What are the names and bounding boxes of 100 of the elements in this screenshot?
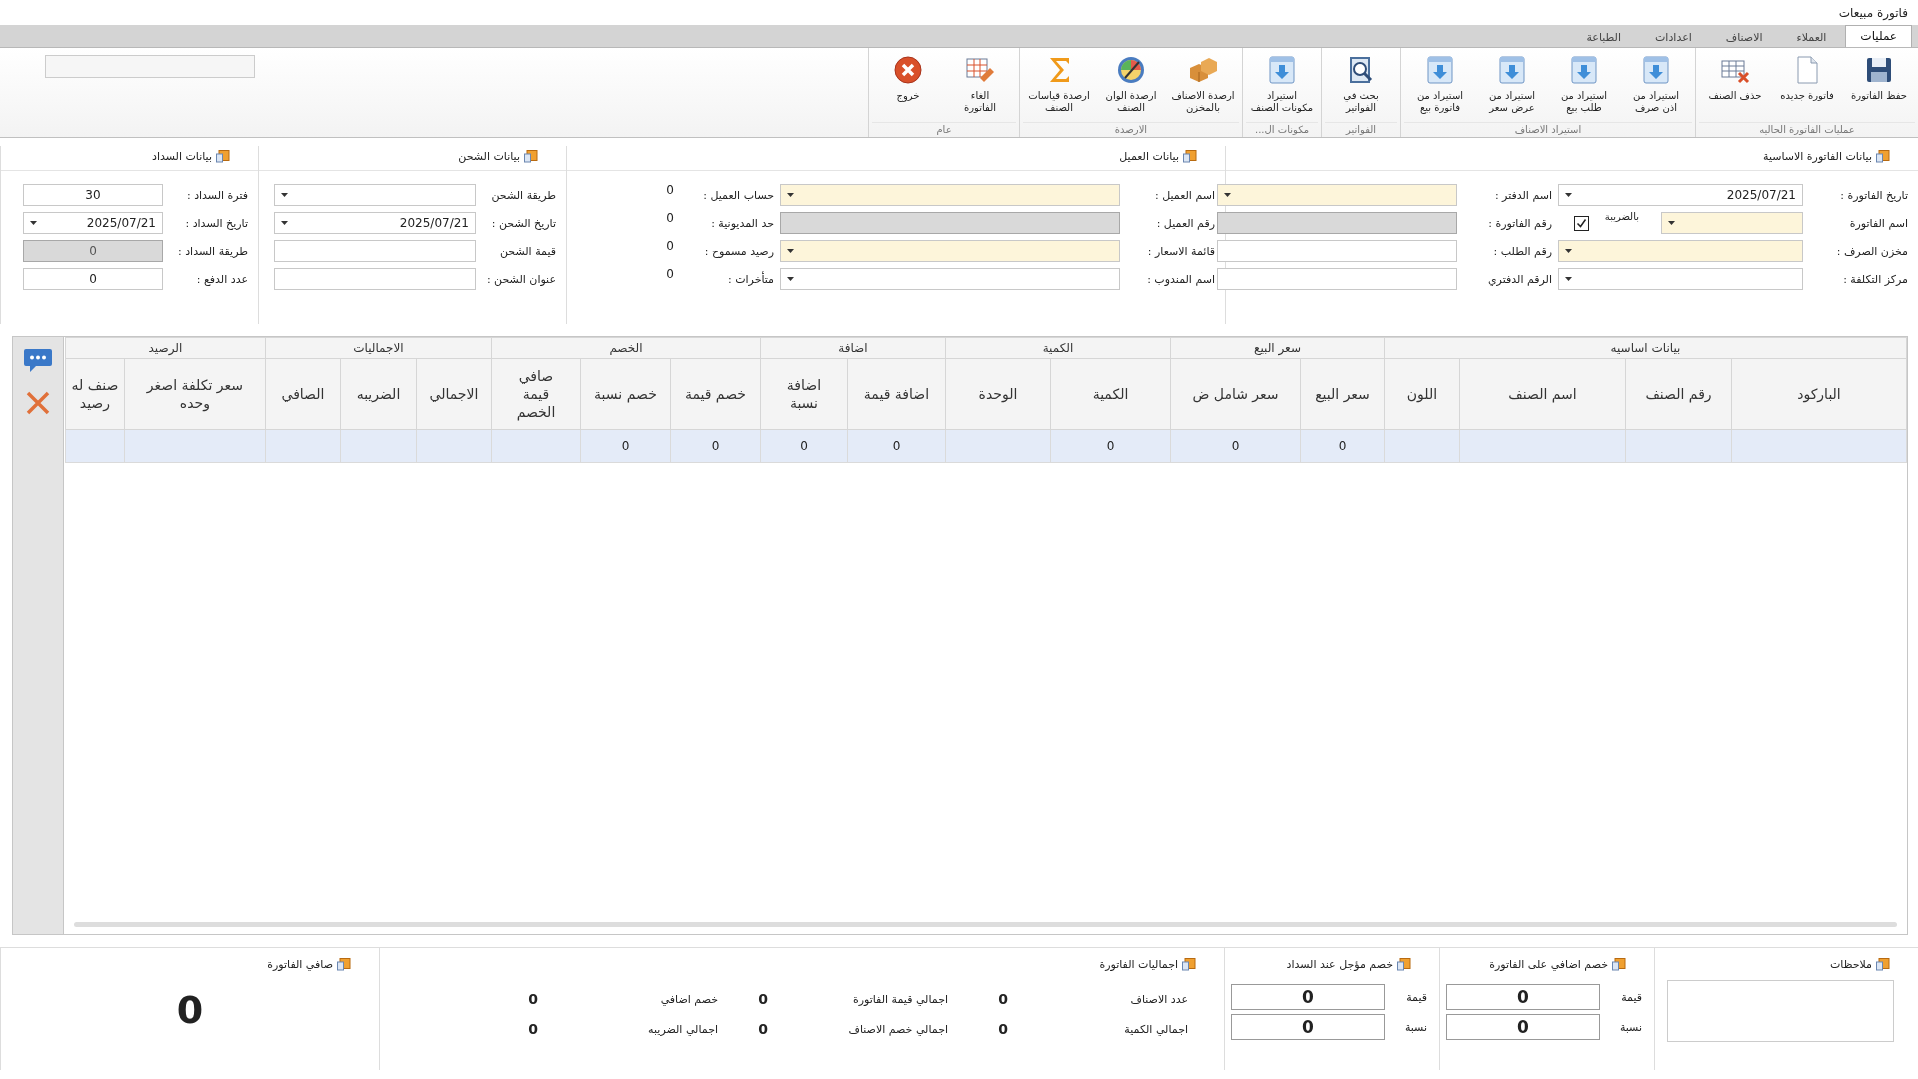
column-header[interactable]: الوحدة — [945, 358, 1051, 430]
column-header[interactable]: صنف له رصيد — [65, 358, 125, 430]
column-header[interactable]: الصافي — [265, 358, 341, 430]
ribbon-button[interactable]: استيراد مكونات الصنف — [1246, 50, 1318, 122]
group-label: عام — [872, 122, 1016, 137]
column-header[interactable]: اسم الصنف — [1459, 358, 1626, 430]
column-header[interactable]: خصم قيمة — [670, 358, 761, 430]
caret-icon — [1668, 221, 1675, 225]
column-header[interactable]: سعر شامل ض — [1170, 358, 1301, 430]
info-label: حساب العميل : — [702, 188, 775, 202]
input-field[interactable] — [1217, 240, 1457, 262]
chat-bubble-icon[interactable] — [23, 347, 53, 373]
ribbon-button[interactable]: خروج — [872, 50, 944, 122]
ribbon-button[interactable]: الغاء الفاتورة — [944, 50, 1016, 122]
input-field[interactable]: 30 — [23, 184, 163, 206]
group-label: عمليات الفاتورة الحاليه — [1699, 122, 1915, 137]
input-field[interactable]: 0 — [23, 268, 163, 290]
column-header[interactable]: الضريبه — [340, 358, 417, 430]
field-label: تاريخ الفاتورة : — [1839, 188, 1908, 202]
field-label: نسبة — [1403, 1020, 1427, 1034]
column-header[interactable]: الباركود — [1731, 358, 1907, 430]
ribbon-button[interactable]: حفظ الفاتورة — [1843, 50, 1915, 122]
section-icon — [524, 149, 538, 163]
ribbon-button[interactable]: استيراد من فاتورة بيع — [1404, 50, 1476, 122]
ribbon-tab[interactable]: اعدادات — [1640, 28, 1707, 47]
caret-icon — [787, 193, 794, 197]
dropdown-field[interactable]: 2025/07/21 — [274, 212, 476, 234]
table-cell: 0 — [1050, 429, 1171, 463]
ribbon-button[interactable]: استيراد من عرض سعر — [1476, 50, 1548, 122]
checkbox[interactable] — [1573, 215, 1589, 231]
ribbon-button[interactable]: بحث في الفواتير — [1325, 50, 1397, 122]
ribbon-button[interactable]: ارصدة قياسات الصنف — [1023, 50, 1095, 122]
horizontal-scrollbar[interactable] — [74, 922, 1897, 928]
column-header[interactable]: صافي قيمة الخصم — [491, 358, 581, 430]
column-header[interactable]: اضافة قيمة — [847, 358, 946, 430]
input-field[interactable]: 0 — [1446, 1014, 1600, 1040]
ribbon-button[interactable]: فاتورة جديده — [1771, 50, 1843, 122]
dropdown-field[interactable] — [274, 184, 476, 206]
input-field[interactable]: 0 — [1231, 984, 1385, 1010]
search-field[interactable] — [45, 55, 255, 78]
dropdown-field[interactable] — [780, 268, 1120, 290]
total-label: اجمالي خصم الاصناف — [847, 1022, 948, 1036]
close-icon[interactable] — [26, 391, 50, 415]
column-group-header: اضافة — [760, 337, 946, 359]
dropdown-field[interactable] — [1661, 212, 1803, 234]
table-cell: 0 — [670, 429, 761, 463]
field-label: عدد الدفع : — [195, 272, 248, 286]
column-group-header: الرصيد — [65, 337, 266, 359]
dropdown-field[interactable] — [780, 184, 1120, 206]
total-value: 0 — [998, 1021, 1008, 1037]
info-value: 0 — [666, 183, 674, 197]
section-title: بيانات السداد — [152, 149, 212, 163]
ribbon-button[interactable]: استيراد من اذن صرف — [1620, 50, 1692, 122]
input-field[interactable]: 0 — [1231, 1014, 1385, 1040]
column-header[interactable]: الاجمالي — [416, 358, 492, 430]
field-label: اسم الفاتورة — [1848, 216, 1908, 230]
notes-field[interactable] — [1667, 980, 1894, 1042]
section-title: خصم مؤجل عند السداد — [1286, 957, 1393, 971]
group-label: مكونات ال... — [1246, 122, 1318, 137]
ribbon-button[interactable]: استيراد من طلب بيع — [1548, 50, 1620, 122]
group-label: الفواتير — [1325, 122, 1397, 137]
section-title: بيانات العميل — [1119, 149, 1179, 163]
dropdown-field[interactable]: 2025/07/21 — [1558, 184, 1803, 206]
caret-icon — [1565, 277, 1572, 281]
dropdown-field[interactable]: 2025/07/21 — [23, 212, 163, 234]
caret-icon — [1565, 249, 1572, 253]
ribbon-tab[interactable]: الطباعة — [1571, 28, 1636, 47]
input-field[interactable] — [274, 240, 476, 262]
column-header[interactable]: رقم الصنف — [1625, 358, 1732, 430]
input-field[interactable]: 0 — [1446, 984, 1600, 1010]
ribbon-tab[interactable]: عمليات — [1845, 25, 1912, 47]
ribbon-tab[interactable]: العملاء — [1781, 28, 1842, 47]
section-icon — [1876, 957, 1890, 971]
ribbon-button[interactable]: ارصدة الوان الصنف — [1095, 50, 1167, 122]
dropdown-field[interactable] — [1558, 268, 1803, 290]
column-header[interactable]: الكمية — [1050, 358, 1171, 430]
group-label: الارصدة — [1023, 122, 1239, 137]
caret-icon — [281, 221, 288, 225]
dropdown-field[interactable] — [780, 240, 1120, 262]
window-title: فاتورة مبيعات — [1838, 5, 1908, 20]
caret-icon — [30, 221, 37, 225]
total-value: 0 — [528, 1021, 538, 1037]
input-field[interactable] — [274, 268, 476, 290]
field-label: عنوان الشحن : — [485, 272, 556, 286]
column-header[interactable]: سعر تكلفة اصغر وحده — [124, 358, 266, 430]
ribbon-button[interactable]: حذف الصنف — [1699, 50, 1771, 122]
column-header[interactable]: اللون — [1384, 358, 1460, 430]
dropdown-field[interactable] — [1558, 240, 1803, 262]
field-label: فترة السداد : — [185, 188, 248, 202]
ribbon-button[interactable]: ارصدة الاصناف بالمخزن — [1167, 50, 1239, 122]
section-title: صافي الفاتورة — [267, 957, 333, 971]
input-field[interactable] — [1217, 268, 1457, 290]
info-label: رصيد مسموح : — [703, 244, 775, 258]
total-label: اجمالي قيمة الفاتورة — [851, 992, 948, 1006]
dropdown-field[interactable] — [1217, 184, 1457, 206]
ribbon-tab[interactable]: الاصناف — [1710, 28, 1778, 47]
column-header[interactable]: سعر البيع — [1300, 358, 1385, 430]
column-header[interactable]: خصم نسبة — [580, 358, 671, 430]
column-group-header: بيانات اساسيه — [1384, 337, 1907, 359]
column-header[interactable]: اضافة نسبة — [760, 358, 848, 430]
